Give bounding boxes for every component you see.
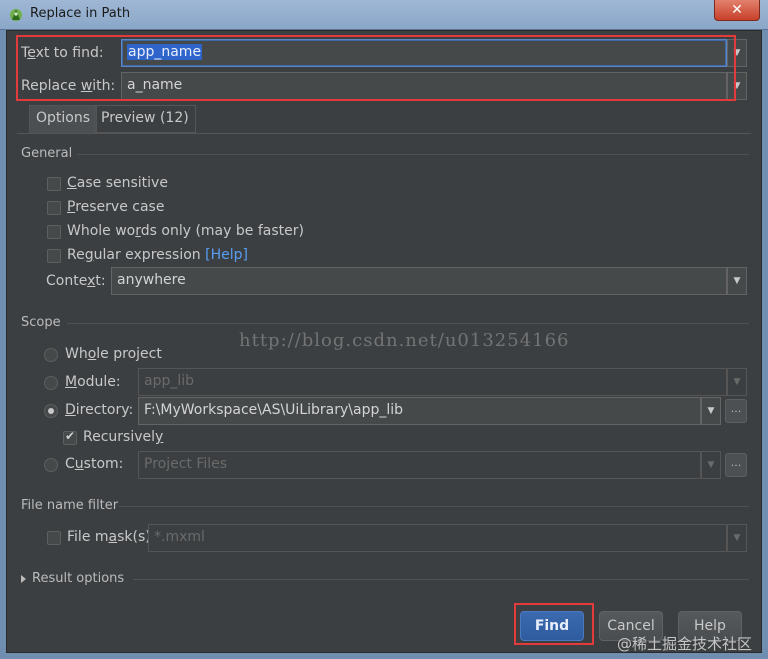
file-mask-select[interactable]: *.mxml <box>148 524 727 552</box>
file-mask-dropdown-arrow[interactable]: ▼ <box>727 524 747 552</box>
file-mask-label[interactable]: File mask(s) <box>67 529 151 545</box>
whole-project-radio[interactable] <box>44 348 58 362</box>
file-filter-separator <box>119 506 749 507</box>
regex-help-link[interactable]: [Help] <box>205 247 248 263</box>
preserve-case-label[interactable]: Preserve case <box>67 199 164 215</box>
mnemonic-letter: D <box>65 402 76 418</box>
label-part: irectory: <box>75 402 134 418</box>
mnemonic-letter: o <box>87 346 97 362</box>
mnemonic-letter: u <box>74 456 84 472</box>
label-part: le project <box>96 346 162 362</box>
context-label: Context: <box>46 273 106 289</box>
tab-preview[interactable]: Preview (12) <box>94 105 196 133</box>
preserve-case-checkbox[interactable] <box>47 201 61 215</box>
case-sensitive-checkbox[interactable] <box>47 177 61 191</box>
whole-words-label[interactable]: Whole words only (may be faster) <box>67 223 304 239</box>
module-select[interactable]: app_lib <box>138 368 727 396</box>
custom-radio[interactable] <box>44 458 58 472</box>
mnemonic-letter: P <box>67 199 76 215</box>
find-replace-highlight-box <box>16 35 736 101</box>
module-label[interactable]: Module: <box>65 374 121 390</box>
label-part: t: <box>95 273 106 289</box>
case-sensitive-label[interactable]: Case sensitive <box>67 175 168 191</box>
replace-in-path-dialog: Text to find: app_name ▼ Replace with: a… <box>6 30 762 653</box>
directory-label[interactable]: Directory: <box>65 402 133 418</box>
tab-options[interactable]: Options <box>29 105 98 133</box>
file-mask-value: *.mxml <box>154 529 205 545</box>
regular-expression-checkbox[interactable] <box>47 249 61 263</box>
directory-browse-button[interactable]: ... <box>725 399 747 423</box>
directory-path-input[interactable]: F:\MyWorkspace\AS\UiLibrary\app_lib <box>138 397 701 425</box>
regular-expression-label[interactable]: Regular expression [Help] <box>67 247 248 263</box>
mnemonic-letter: a <box>108 529 118 545</box>
label-part: Conte <box>46 273 88 289</box>
custom-scope-dropdown-arrow[interactable]: ▼ <box>701 451 721 479</box>
close-button[interactable]: ✕ <box>714 0 760 21</box>
label-part: ular expression <box>93 247 201 263</box>
label-part: ds only (may be faster) <box>140 223 304 239</box>
blog-watermark: http://blog.csdn.net/u013254166 <box>239 330 570 351</box>
label-part: odule: <box>77 374 121 390</box>
mnemonic-letter: g <box>84 247 94 263</box>
custom-scope-browse-button[interactable]: ... <box>725 453 747 477</box>
recursively-label[interactable]: Recursively <box>83 429 163 445</box>
label-part: sk(s) <box>117 529 151 545</box>
file-name-filter-section-title: File name filter <box>21 498 119 513</box>
module-radio[interactable] <box>44 376 58 390</box>
context-dropdown-arrow[interactable]: ▼ <box>727 267 747 295</box>
chevron-right-icon[interactable] <box>21 575 26 583</box>
window-title: Replace in Path <box>30 6 131 21</box>
context-value: anywhere <box>117 272 186 288</box>
mnemonic-letter: C <box>67 175 77 191</box>
module-value: app_lib <box>144 373 195 389</box>
label-part: Recursivel <box>83 429 156 445</box>
directory-path-value: F:\MyWorkspace\AS\UiLibrary\app_lib <box>144 402 404 418</box>
find-button-highlight-box <box>514 603 594 645</box>
custom-label[interactable]: Custom: <box>65 456 123 472</box>
mnemonic-letter: M <box>65 374 78 390</box>
scope-section-title: Scope <box>21 315 61 330</box>
directory-radio[interactable] <box>44 404 58 418</box>
whole-project-label[interactable]: Whole project <box>65 346 162 362</box>
tab-divider <box>17 133 751 134</box>
file-mask-checkbox[interactable] <box>47 531 61 545</box>
android-studio-icon <box>10 9 22 21</box>
general-separator <box>77 154 749 155</box>
label-part: stom: <box>83 456 124 472</box>
label-part: Whole wo <box>67 223 136 239</box>
context-select[interactable]: anywhere <box>111 267 727 295</box>
mnemonic-letter: y <box>155 429 164 445</box>
result-options-separator <box>133 579 749 580</box>
label-part: Re <box>67 247 85 263</box>
corner-watermark: @稀土掘金技术社区 <box>617 635 753 653</box>
label-part: File m <box>67 529 109 545</box>
label-part: Wh <box>65 346 88 362</box>
label-part: C <box>65 456 75 472</box>
recursively-checkbox[interactable] <box>63 429 77 445</box>
module-dropdown-arrow[interactable]: ▼ <box>727 368 747 396</box>
result-options-toggle[interactable]: Result options <box>32 571 124 586</box>
directory-history-dropdown[interactable]: ▼ <box>701 397 721 425</box>
window-titlebar[interactable]: Replace in Path ✕ <box>0 0 768 30</box>
label-part: ase sensitive <box>76 175 168 191</box>
label-part: reserve case <box>75 199 165 215</box>
whole-words-checkbox[interactable] <box>47 225 61 239</box>
custom-scope-select[interactable]: Project Files <box>138 451 701 479</box>
scope-separator <box>67 323 749 324</box>
general-section-title: General <box>21 146 73 161</box>
custom-scope-value: Project Files <box>144 456 228 472</box>
